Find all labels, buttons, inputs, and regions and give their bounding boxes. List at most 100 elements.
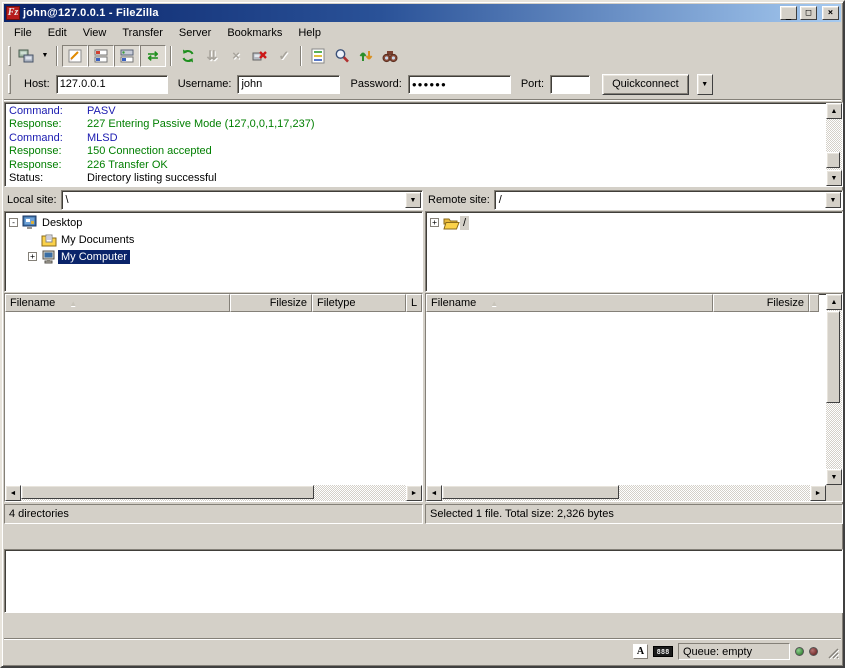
scroll-down-button[interactable]: ▼ <box>826 170 842 186</box>
column-header-label: Filesize <box>270 297 307 309</box>
data-type-indicator[interactable]: A <box>633 644 648 659</box>
scrollbar-thumb[interactable] <box>442 485 619 499</box>
queue-list <box>4 549 843 613</box>
scroll-right-button[interactable]: ► <box>406 485 422 501</box>
log-line: Response:227 Entering Passive Mode (127,… <box>9 118 822 131</box>
local-tree-view-icon <box>93 48 110 64</box>
filter-icon <box>310 48 327 64</box>
remote-tree-view-icon <box>119 48 136 64</box>
remote-vertical-scrollbar[interactable]: ▲ ▼ <box>826 294 842 485</box>
quickconnect-dropdown-button[interactable]: ▼ <box>697 74 713 95</box>
menu-item-view[interactable]: View <box>75 25 115 41</box>
menu-item-bookmarks[interactable]: Bookmarks <box>219 25 290 41</box>
column-header-filetype[interactable]: Filetype <box>312 294 406 312</box>
column-header-l[interactable]: L <box>406 294 422 312</box>
local-site-combo[interactable]: \ ▼ <box>61 190 423 210</box>
remote-tree: +/ <box>425 211 843 292</box>
folder-documents-icon <box>41 233 58 247</box>
column-header-filename[interactable]: Filename▲ <box>5 294 230 312</box>
password-label: Password: <box>350 78 401 90</box>
scroll-up-button[interactable]: ▲ <box>826 103 842 119</box>
port-label: Port: <box>521 78 544 90</box>
close-icon: × <box>828 8 833 18</box>
menu-item-edit[interactable]: Edit <box>40 25 75 41</box>
password-input[interactable] <box>408 75 511 94</box>
reconnect-icon: ✓ <box>279 48 290 64</box>
username-input[interactable] <box>237 75 340 94</box>
scroll-up-icon: ▲ <box>831 299 838 306</box>
toolbar-grip[interactable] <box>8 46 11 66</box>
status-bar: A 888 Queue: empty <box>4 638 841 664</box>
toggle-local-tree-button[interactable] <box>88 45 114 67</box>
expand-plus-icon[interactable]: + <box>28 252 37 261</box>
reconnect-button[interactable]: ✓ <box>272 45 296 67</box>
remote-horizontal-scrollbar[interactable]: ◄ ► <box>426 485 842 501</box>
refresh-button[interactable] <box>176 45 200 67</box>
minimize-icon: _ <box>786 11 791 21</box>
tree-item-my-computer[interactable]: +My Computer <box>5 248 422 265</box>
toolbar-separator <box>170 46 172 66</box>
menu-item-help[interactable]: Help <box>290 25 329 41</box>
menu-item-server[interactable]: Server <box>171 25 219 41</box>
quickconnect-button[interactable]: Quickconnect <box>602 74 689 95</box>
quickconnect-grip[interactable] <box>8 74 11 94</box>
remote-site-dropdown-button[interactable]: ▼ <box>825 192 841 208</box>
log-text: 226 Transfer OK <box>87 159 168 171</box>
local-columns: Filename▲ Filesize FiletypeL <box>5 294 422 312</box>
log-text: PASV <box>87 105 116 117</box>
scroll-up-button[interactable]: ▲ <box>826 294 842 310</box>
toggle-message-log-button[interactable] <box>62 45 88 67</box>
menu-item-file[interactable]: File <box>6 25 40 41</box>
close-button[interactable]: × <box>822 6 839 20</box>
log-text: 227 Entering Passive Mode (127,0,0,1,17,… <box>87 118 314 130</box>
filter-button[interactable] <box>306 45 330 67</box>
process-queue-button[interactable]: ⇊ <box>200 45 224 67</box>
disconnect-button[interactable] <box>248 45 272 67</box>
scrollbar-thumb[interactable] <box>826 311 840 403</box>
activity-led-red <box>809 647 818 656</box>
find-files-button[interactable] <box>378 45 402 67</box>
synchronized-browsing-button[interactable] <box>354 45 378 67</box>
directory-comparison-button[interactable] <box>330 45 354 67</box>
maximize-button[interactable]: □ <box>800 6 817 20</box>
host-input[interactable] <box>56 75 168 94</box>
site-manager-dropdown-button[interactable]: ▼ <box>38 45 52 67</box>
toggle-remote-tree-button[interactable] <box>114 45 140 67</box>
expand-plus-icon[interactable]: + <box>430 218 439 227</box>
tree-item-desktop[interactable]: -Desktop <box>5 214 422 231</box>
scrollbar-thumb[interactable] <box>21 485 314 499</box>
column-header-filesize[interactable]: Filesize <box>230 294 312 312</box>
remote-site-combo[interactable]: / ▼ <box>494 190 843 210</box>
column-header-label: Filename <box>431 297 476 309</box>
log-line: Command:PASV <box>9 105 822 118</box>
local-tree: -DesktopMy Documents+My Computer <box>4 211 423 292</box>
desktop-icon <box>22 215 39 230</box>
scrollbar-thumb[interactable] <box>826 152 840 168</box>
scroll-down-icon: ▼ <box>831 474 838 481</box>
port-input[interactable] <box>550 75 590 94</box>
scroll-right-button[interactable]: ► <box>810 485 826 501</box>
find-files-icon <box>382 48 399 64</box>
tree-item-my-documents[interactable]: My Documents <box>5 231 422 248</box>
collapse-minus-icon[interactable]: - <box>9 218 18 227</box>
toolbar-separator <box>56 46 58 66</box>
scroll-left-button[interactable]: ◄ <box>5 485 21 501</box>
sort-ascending-icon: ▲ <box>69 299 77 308</box>
scroll-down-button[interactable]: ▼ <box>826 469 842 485</box>
toggle-queue-button[interactable]: ⇄ <box>140 45 166 67</box>
scroll-left-button[interactable]: ◄ <box>426 485 442 501</box>
resize-grip[interactable] <box>825 645 839 659</box>
log-text: Directory listing successful <box>87 172 217 184</box>
menu-item-transfer[interactable]: Transfer <box>114 25 171 41</box>
remote-site-bar: Remote site: / ▼ <box>425 189 843 211</box>
column-header-filesize[interactable]: Filesize <box>713 294 809 312</box>
minimize-button[interactable]: _ <box>780 6 797 20</box>
cancel-button[interactable]: × <box>224 45 248 67</box>
site-manager-button[interactable] <box>14 45 38 67</box>
column-header-filename[interactable]: Filename▲ <box>426 294 713 312</box>
local-horizontal-scrollbar[interactable]: ◄ ► <box>5 485 422 501</box>
speed-limit-indicator[interactable]: 888 <box>653 646 673 657</box>
tree-item-root[interactable]: +/ <box>426 214 842 231</box>
local-site-dropdown-button[interactable]: ▼ <box>405 192 421 208</box>
log-vertical-scrollbar[interactable]: ▲ ▼ <box>826 103 842 186</box>
